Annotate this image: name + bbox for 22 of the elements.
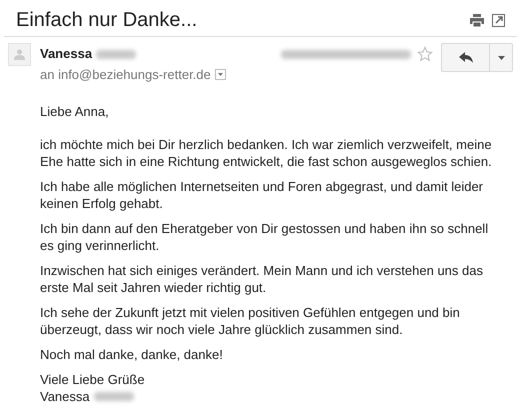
star-icon[interactable] (417, 46, 433, 62)
paragraph: Ich sehe der Zukunft jetzt mit vielen positiven Gefühlen entgegen und bin überzeugt, dass wir noch viele Jahre glücklich zusammen sind. (40, 304, 461, 338)
reply-icon (458, 52, 472, 63)
caret-icon (218, 73, 223, 76)
details-toggle[interactable] (214, 69, 226, 80)
redaction-blur (94, 392, 134, 400)
email-subject: Einfach nur Danke... (16, 8, 198, 33)
paragraph: Inzwischen hat sich einiges verändert. Mein Mann und ich verstehen uns das erste Mal seit Jahren wieder richtig gut. (40, 262, 484, 296)
closing: Viele Liebe Grüße (40, 370, 146, 388)
paragraph: ich möchte mich bei Dir herzlich bedanken. Ich war ziemlich verzweifelt, meine Ehe hatte sich in eine Richtung entwickelt, die fast schon ausgeweglos schien. (40, 136, 493, 170)
recipient: an info@beziehungs-retter.de (40, 66, 211, 84)
paragraph: Ich habe alle möglichen Internetseiten und Foren abgegrast, und damit leider keinen Erfolg gehabt. (40, 178, 484, 212)
redaction-blur (96, 50, 136, 58)
print-icon[interactable] (470, 14, 484, 26)
new-window-icon[interactable] (492, 14, 505, 26)
paragraph: Noch mal danke, danke, danke! (40, 346, 224, 362)
paragraph: Liebe Anna, (40, 102, 110, 120)
paragraph: Ich bin dann auf den Eheratgeber von Dir gestossen und haben ihn so schnell es ging verinnerlicht. (40, 220, 490, 254)
sender-name: Vanessa (40, 45, 92, 64)
person-icon (14, 49, 25, 60)
signature-name: Vanessa (40, 388, 90, 404)
caret-icon (498, 56, 504, 60)
